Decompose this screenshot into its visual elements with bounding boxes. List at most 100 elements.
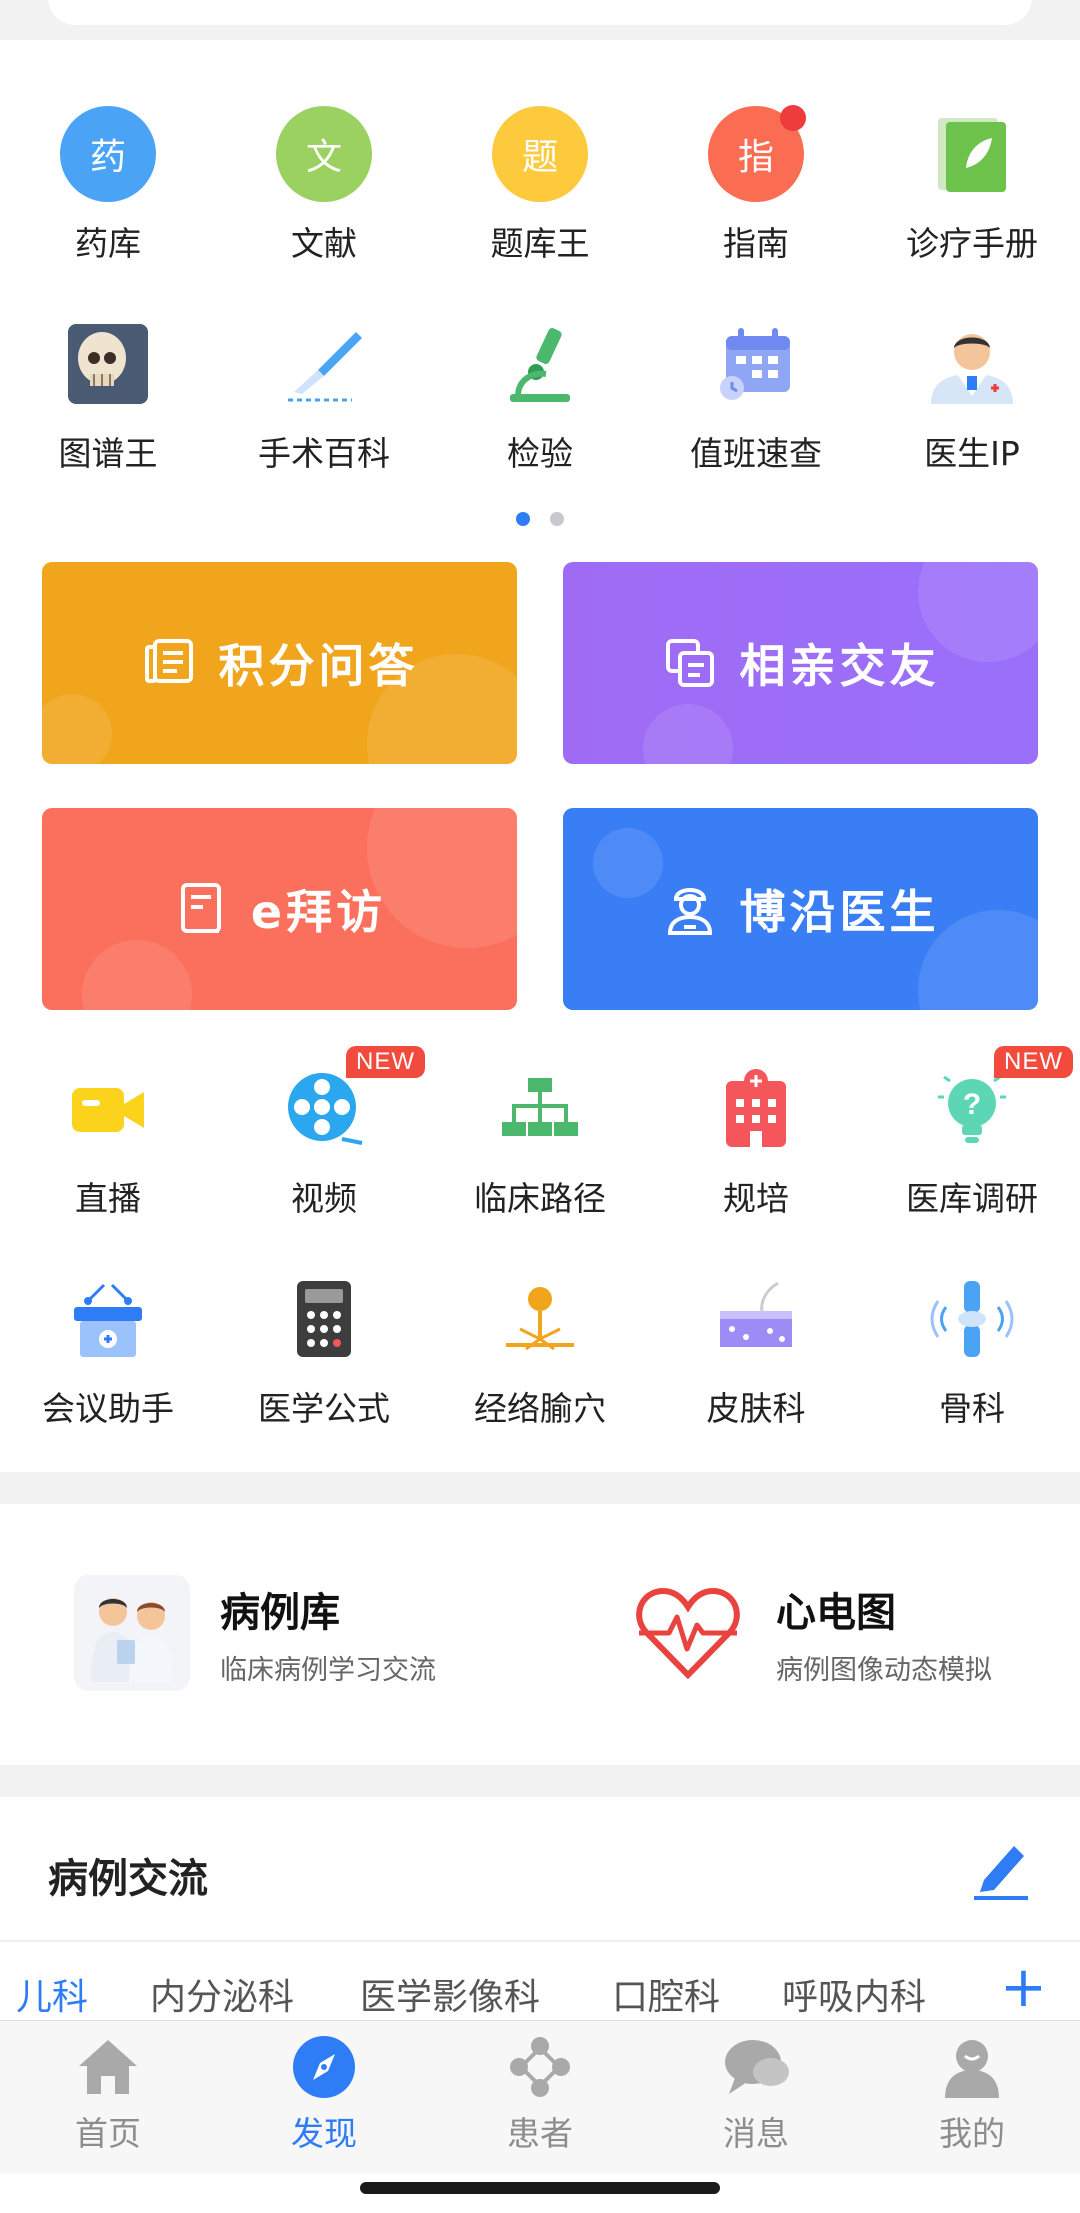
- add-tab-button[interactable]: +: [1000, 1960, 1047, 2016]
- grid-item-handbook[interactable]: 诊疗手册: [864, 105, 1080, 265]
- nav-home[interactable]: 首页: [0, 2021, 216, 2173]
- skull-atlas-icon: [58, 315, 158, 413]
- message-icon: [720, 2033, 792, 2101]
- search-bar[interactable]: [48, 0, 1032, 25]
- ecg-subtitle: 病例图像动态模拟: [776, 1654, 992, 1686]
- nav-profile[interactable]: 我的: [864, 2021, 1080, 2173]
- banner-label: 积分问答: [218, 639, 419, 693]
- feature-grid-row-4: 会议助手 医学公式 经络腧穴 皮肤科 骨科: [0, 1270, 1080, 1430]
- grid-item-label: 指南: [723, 224, 789, 263]
- nav-label: 发现: [291, 2114, 357, 2153]
- new-badge: NEW: [994, 1046, 1073, 1078]
- calculator-icon: [274, 1270, 374, 1368]
- grid-item-label: 规培: [723, 1179, 789, 1218]
- tab-endocrinology[interactable]: 内分泌科: [150, 1968, 294, 2020]
- bone-joint-icon: [922, 1270, 1022, 1368]
- grid-item-survey[interactable]: ? NEW 医库调研: [864, 1046, 1080, 1220]
- grid-item-label: 文献: [291, 224, 357, 263]
- grid-item-label: 医库调研: [906, 1179, 1038, 1218]
- case-library-subtitle: 临床病例学习交流: [220, 1654, 436, 1686]
- doctors-icon: [74, 1575, 190, 1691]
- grid-item-clinical-pathway[interactable]: 临床路径: [432, 1060, 648, 1220]
- svg-text:?: ?: [963, 1088, 981, 1121]
- grid-item-atlas[interactable]: 图谱王: [0, 315, 216, 475]
- grid-item-doctor-ip[interactable]: 医生IP: [864, 315, 1080, 475]
- feature-grid-row-1: 药 药库 文 文献 题 题库王 指 指南 诊疗手册: [0, 105, 1080, 265]
- section-separator: [0, 1472, 1080, 1504]
- compass-icon: [288, 2033, 360, 2101]
- grid-item-label: 会议助手: [42, 1389, 174, 1428]
- department-tabs: 儿科 内分泌科 医学影像科 口腔科 呼吸内科 +: [0, 1960, 1080, 2020]
- section-separator: [0, 1765, 1080, 1797]
- grid-item-label: 值班速查: [690, 434, 822, 473]
- page-dot: [550, 512, 564, 526]
- nav-label: 我的: [939, 2114, 1005, 2153]
- microscope-icon: [490, 315, 590, 413]
- grid-item-label: 骨科: [939, 1389, 1005, 1428]
- grid-item-residency-training[interactable]: 规培: [648, 1060, 864, 1220]
- feature-grid-row-3: 直播 NEW 视频 临床路径 规培 ? NEW 医库调研: [0, 1046, 1080, 1220]
- grid-item-question-bank[interactable]: 题 题库王: [432, 105, 648, 265]
- tab-pediatrics[interactable]: 儿科: [16, 1968, 88, 2020]
- case-library-title: 病例库: [220, 1589, 340, 1636]
- calendar-icon: [706, 315, 806, 413]
- nav-discover[interactable]: 发现: [216, 2021, 432, 2173]
- visit-icon: [180, 883, 221, 933]
- tab-stomatology[interactable]: 口腔科: [612, 1968, 720, 2020]
- banner-boyan-doctor[interactable]: 博沿医生: [563, 808, 1038, 1010]
- grid-item-guide[interactable]: 指 指南: [648, 105, 864, 265]
- grid-item-live[interactable]: 直播: [0, 1060, 216, 1220]
- grid-item-label: 经络腧穴: [474, 1389, 606, 1428]
- section-title: 病例交流: [48, 1856, 208, 1902]
- banner-decoration: [82, 940, 192, 1010]
- edit-pencil-icon[interactable]: [970, 1836, 1032, 1900]
- home-icon: [72, 2033, 144, 2101]
- grid-item-orthopedics[interactable]: 骨科: [864, 1270, 1080, 1430]
- feature-grid-row-2: 图谱王 手术百科 检验 值班速查 医生IP: [0, 315, 1080, 475]
- literature-icon: 文: [274, 105, 374, 203]
- case-library-tile[interactable]: 病例库 临床病例学习交流: [74, 1575, 436, 1691]
- nav-patients[interactable]: 患者: [432, 2021, 648, 2173]
- grid-item-lab-test[interactable]: 检验: [432, 315, 648, 475]
- tab-medical-imaging[interactable]: 医学影像科: [360, 1968, 540, 2020]
- grid-item-drug-library[interactable]: 药 药库: [0, 105, 216, 265]
- ecg-tile[interactable]: 心电图 病例图像动态模拟: [630, 1575, 992, 1691]
- bottom-navigation: 首页 发现 患者 消息 我的: [0, 2020, 1080, 2173]
- banner-points-qa[interactable]: 积分问答: [42, 562, 517, 764]
- chat-icon: [665, 639, 714, 687]
- grid-item-label: 医生IP: [924, 434, 1020, 473]
- grid-item-label: 图谱王: [58, 434, 158, 473]
- grid-item-label: 诊疗手册: [906, 224, 1038, 263]
- banner-decoration: [593, 828, 663, 898]
- grid-item-surgery[interactable]: 手术百科: [216, 315, 432, 475]
- banner-decoration: [643, 704, 733, 764]
- heart-ecg-icon: [630, 1575, 746, 1691]
- nav-label: 消息: [723, 2114, 789, 2153]
- banner-e-visit[interactable]: e拜访: [42, 808, 517, 1010]
- nav-messages[interactable]: 消息: [648, 2021, 864, 2173]
- grid-item-literature[interactable]: 文 文献: [216, 105, 432, 265]
- skin-layer-icon: [706, 1270, 806, 1368]
- notification-dot: [780, 105, 806, 131]
- grid-item-video[interactable]: NEW 视频: [216, 1046, 432, 1220]
- grid-item-label: 检验: [507, 434, 573, 473]
- new-badge: NEW: [346, 1046, 425, 1078]
- meeting-podium-icon: [58, 1270, 158, 1368]
- grid-item-label: 临床路径: [474, 1179, 606, 1218]
- grid-item-label: 直播: [75, 1179, 141, 1218]
- divider: [0, 1940, 1080, 1942]
- banner-decoration: [367, 808, 517, 948]
- banner-dating[interactable]: 相亲交友: [563, 562, 1038, 764]
- video-camera-icon: [58, 1060, 158, 1158]
- grid-item-duty-lookup[interactable]: 值班速查: [648, 315, 864, 475]
- top-strip: [0, 0, 1080, 40]
- grid-item-acupoints[interactable]: 经络腧穴: [432, 1270, 648, 1430]
- grid-item-dermatology[interactable]: 皮肤科: [648, 1270, 864, 1430]
- tab-respiratory[interactable]: 呼吸内科: [782, 1968, 926, 2020]
- hospital-icon: [706, 1060, 806, 1158]
- grid-item-medical-formula[interactable]: 医学公式: [216, 1270, 432, 1430]
- banner-decoration: [42, 694, 112, 764]
- scalpel-icon: [274, 315, 374, 413]
- network-icon: [504, 2033, 576, 2101]
- grid-item-meeting-assistant[interactable]: 会议助手: [0, 1270, 216, 1430]
